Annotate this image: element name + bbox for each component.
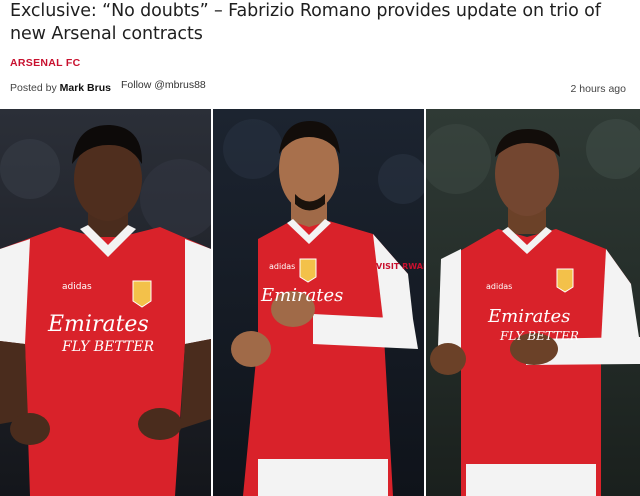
- player-photo-3[interactable]: adidas Emirates FLY BETTER: [426, 109, 640, 496]
- player-photo-2[interactable]: VISIT RWANDA Emirates adidas: [213, 109, 424, 496]
- shirt-sponsor-text-1: Emirates: [47, 312, 149, 337]
- player-photo-2-image: VISIT RWANDA Emirates adidas: [213, 109, 424, 496]
- author-link[interactable]: Mark Brus: [60, 82, 111, 94]
- player-photo-1[interactable]: adidas Emirates FLY BETTER: [0, 109, 211, 496]
- kit-brand-text-2: adidas: [269, 262, 295, 271]
- player-photo-3-image: adidas Emirates FLY BETTER: [426, 109, 640, 496]
- article-headline: Exclusive: “No doubts” – Fabrizio Romano…: [10, 1, 601, 44]
- author-name: Mark Brus: [59, 82, 111, 94]
- shirt-slogan-text-1: FLY BETTER: [61, 339, 154, 355]
- timestamp: 2 hours ago: [570, 83, 626, 95]
- byline: Posted by Mark Brus: [10, 82, 111, 94]
- follow-author-link[interactable]: Follow @mbrus88: [121, 79, 206, 91]
- shirt-slogan-text-3: FLY BETTER: [499, 329, 579, 343]
- kit-brand-text-3: adidas: [486, 282, 512, 291]
- player-photo-1-image: adidas Emirates FLY BETTER: [0, 109, 211, 496]
- posted-by-label: Posted by: [10, 82, 57, 94]
- category-link[interactable]: ARSENAL FC: [10, 57, 80, 69]
- sleeve-sponsor-text-2: VISIT RWANDA: [376, 262, 424, 271]
- shirt-sponsor-text-2: Emirates: [260, 285, 343, 306]
- photo-collage: adidas Emirates FLY BETTER VISIT RWA Emi…: [0, 109, 640, 496]
- shirt-sponsor-text-3: Emirates: [487, 306, 570, 327]
- kit-brand-text-1: adidas: [62, 282, 92, 292]
